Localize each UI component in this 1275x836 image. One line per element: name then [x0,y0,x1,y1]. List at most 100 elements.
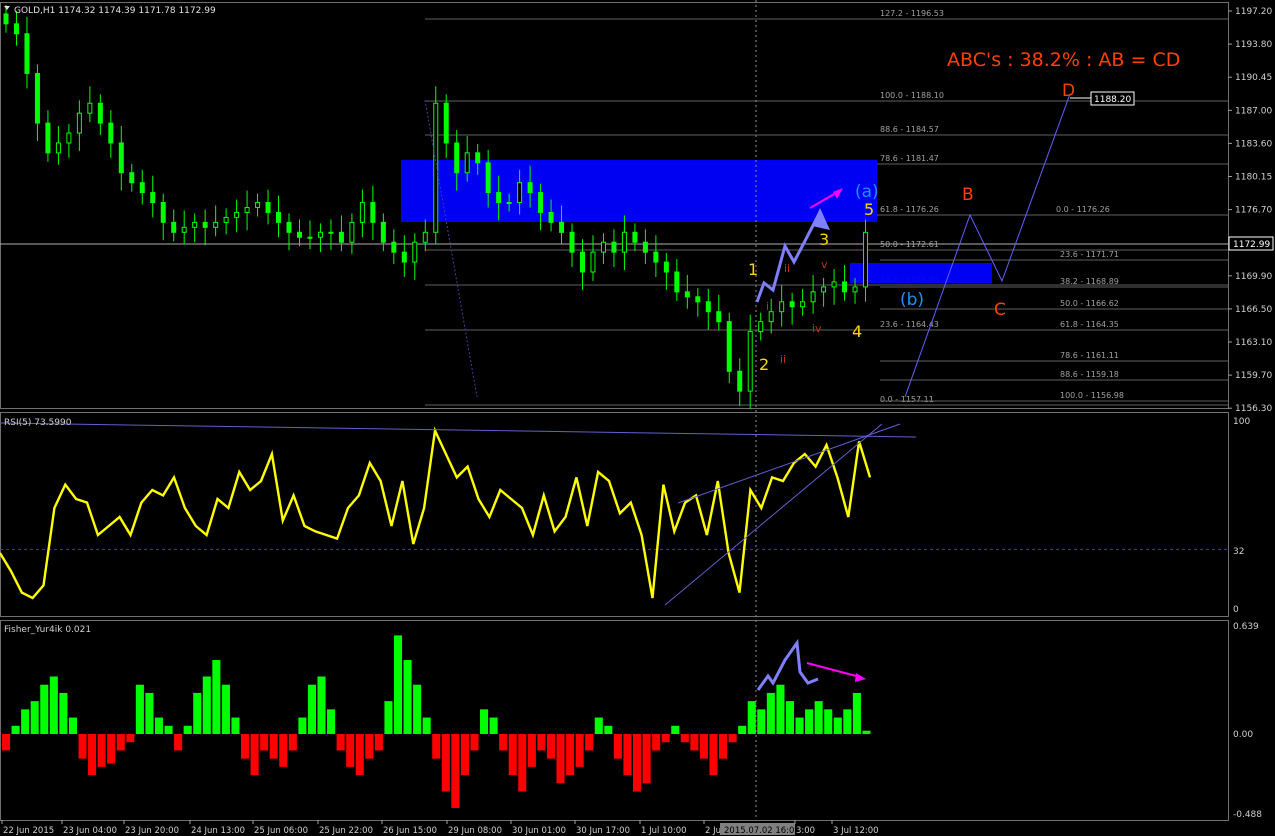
fib-level-label: 0.0 - 1157.11 [880,395,934,404]
candle-body [296,231,302,238]
price-axis-label: 1180.15 [1235,173,1272,183]
fisher-bar [269,734,278,759]
fisher-bar [288,734,297,751]
fisher-bar [546,734,556,759]
fisher-bar [661,734,670,743]
candle-body [863,231,869,288]
wave-label-red: i [766,300,769,313]
candle-body [538,192,544,213]
price-axis-label: 1156.30 [1235,404,1272,414]
candle-body [684,291,690,298]
current-price-label: 1172.99 [1233,240,1270,250]
price-axis-label: 1159.70 [1235,371,1272,381]
fisher-bar [403,660,412,734]
rsi-axis-label: 100 [1233,417,1250,427]
fisher-bar [49,676,58,734]
price-axis-label: 1187.00 [1235,106,1272,116]
fisher-panel-frame [0,620,1229,821]
fisher-bar [451,734,460,808]
fib-level-label: 100.0 - 1156.98 [1060,391,1124,400]
candle-body [789,301,795,308]
time-axis-label: 23 Jun 04:00 [63,826,117,836]
crosshair-time-label: 2015.07.02 16:00 [724,826,800,836]
fisher-bar [68,717,77,734]
candle-body [642,241,648,253]
time-axis-label: 3:00 [796,826,815,836]
candle-body [139,182,145,194]
candle-body [34,72,40,124]
candle-body [810,291,816,303]
rsi-axis-label: 0 [1233,605,1239,615]
fisher-bar [604,725,613,734]
price-axis-label: 1190.45 [1235,73,1272,83]
candle-body [422,231,428,243]
fisher-bar [384,701,393,734]
candle-body [412,241,418,263]
fib-anchor-line [424,99,478,398]
candle-body [370,202,376,223]
fib-level-label: 78.6 - 1181.47 [880,154,939,163]
candle-body [171,221,177,233]
candle-body [548,211,554,223]
fisher-bar [116,734,125,751]
fisher-bar [508,734,517,776]
fisher-wave-arrow [756,638,819,691]
fisher-bar [470,734,479,751]
fib-level-label: 61.8 - 1164.35 [1060,320,1119,329]
fisher-bar [585,734,594,751]
fisher-bar [174,734,183,751]
time-axis-label: 25 Jun 06:00 [254,826,308,836]
fisher-bar [164,725,173,734]
fib-level-label: 100.0 - 1188.10 [880,91,944,100]
fisher-bar [766,692,775,734]
candle-body [821,286,827,293]
fisher-bar [441,734,450,792]
fisher-bar [460,734,469,776]
candle-body [349,221,355,243]
fisher-bar [260,734,269,751]
fisher-bar [346,734,355,767]
candle-body [87,102,93,114]
wave-label-red: ii [780,353,786,366]
fisher-bar [279,734,288,767]
fisher-bar [776,684,785,734]
candle-body [108,122,114,144]
wave-label-a: (a) [855,182,879,202]
candle-body [663,261,669,273]
support-zone [850,263,992,283]
fib-level-label: 78.6 - 1161.11 [1060,351,1119,360]
candle-body [380,221,386,243]
fisher-bar [632,734,642,792]
candle-body [747,331,753,392]
fisher-bar [489,717,498,734]
candle-body [758,321,764,333]
fisher-bar [747,701,756,734]
fisher-bar [805,709,814,734]
candle-body [464,152,470,174]
fisher-bar [642,734,651,784]
candle-body [527,182,533,194]
fisher-bar [728,734,737,743]
fisher-bar [307,684,316,734]
time-axis-label: 30 Jun 01:00 [512,826,566,836]
fib-level-label: 0.0 - 1176.26 [1056,205,1110,214]
fisher-bar [298,717,307,734]
candle-body [223,216,229,223]
price-axis-label: 1169.90 [1235,272,1272,282]
candle-body [496,192,502,204]
fisher-bar [652,734,661,751]
candle-body [705,301,711,313]
candle-body [97,102,103,124]
candle-body [674,271,680,293]
fisher-divergence-line [806,662,861,678]
fisher-bar [221,684,230,734]
triangle-down-icon[interactable] [4,6,10,10]
fisher-bar [40,684,49,734]
fisher-bar [365,734,374,759]
fisher-bar [680,734,689,743]
time-axis-label: 26 Jun 15:00 [383,826,437,836]
fisher-bar [719,734,728,759]
candle-body [632,231,638,243]
fisher-bar [231,717,240,734]
fib-level-label: 50.0 - 1166.62 [1060,299,1119,308]
